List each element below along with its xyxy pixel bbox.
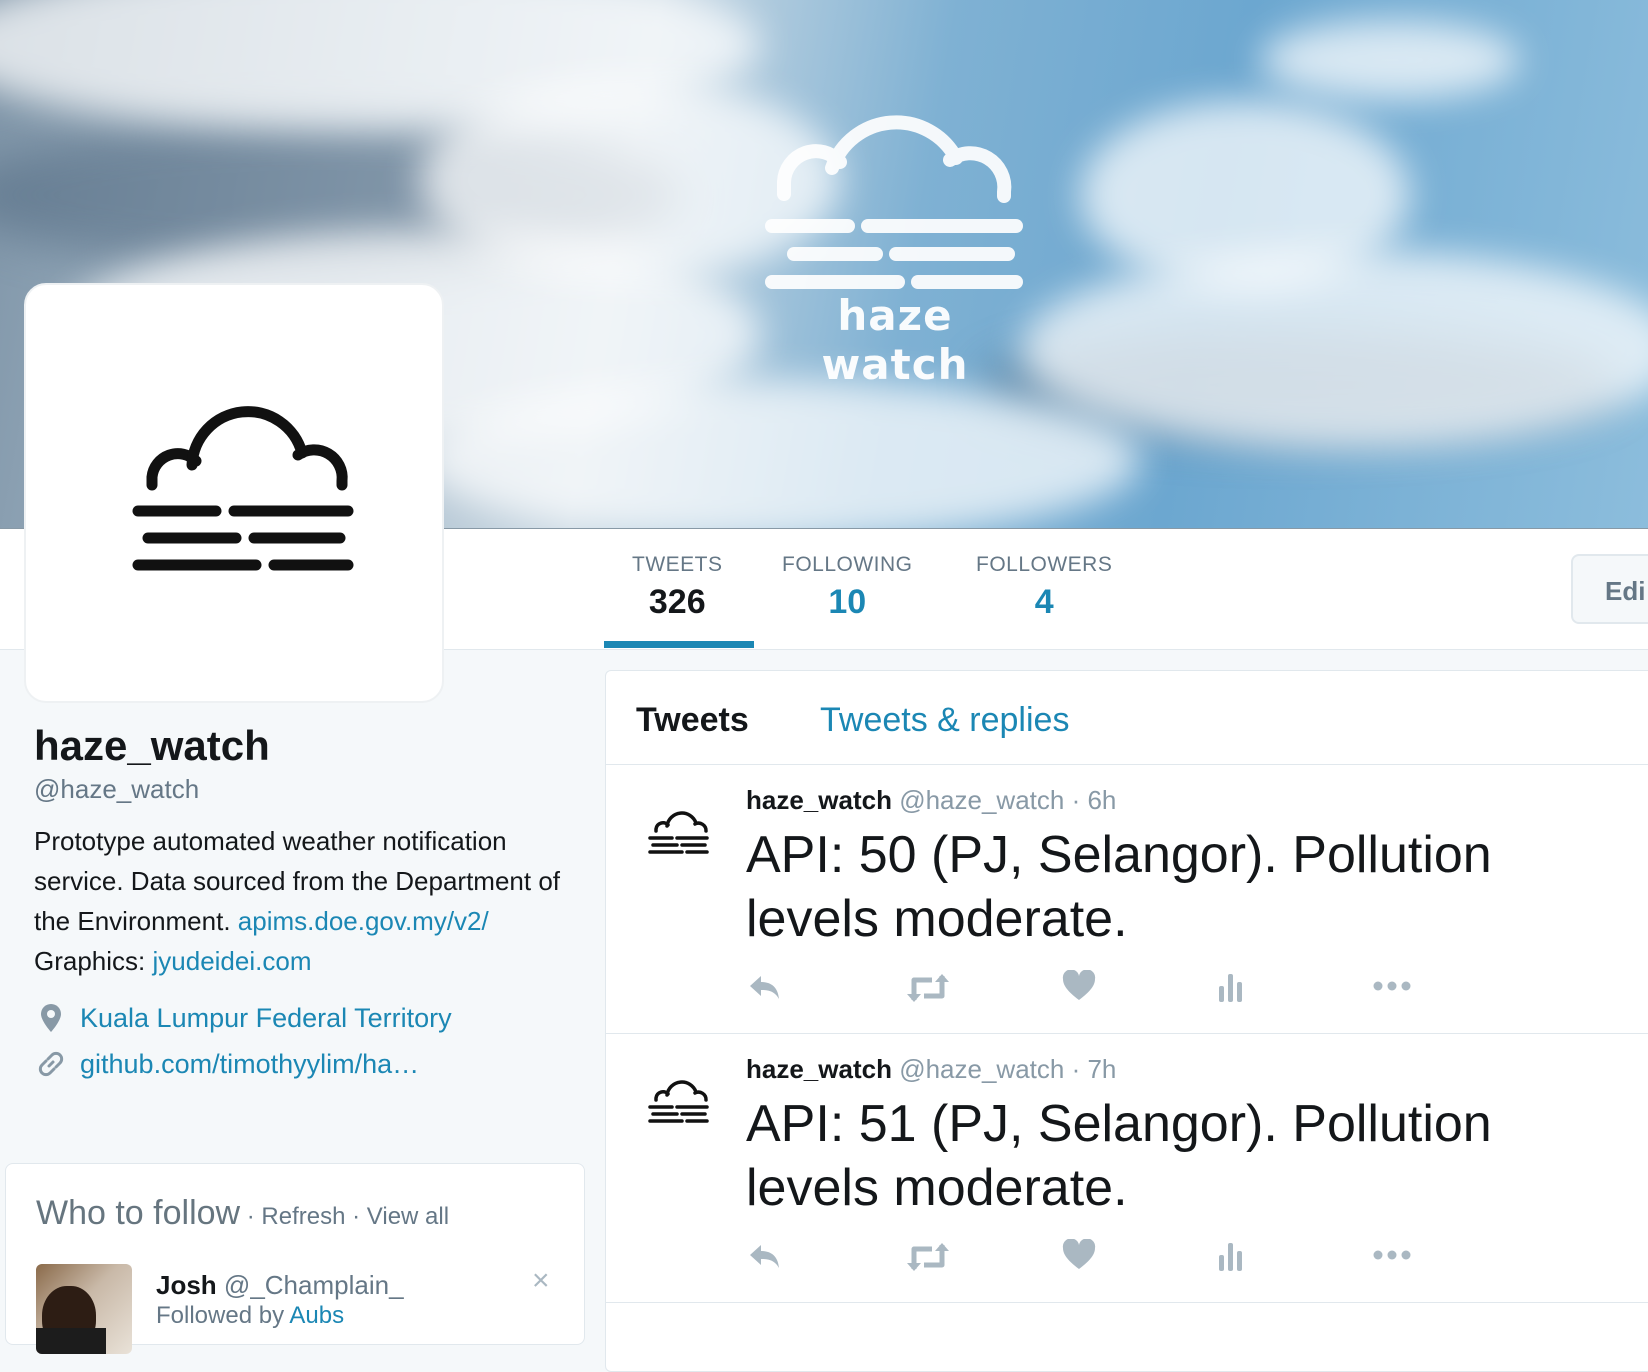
like-icon[interactable] — [1062, 1238, 1096, 1275]
followed-by-prefix: Followed by — [156, 1302, 290, 1329]
tweet-text: API: 50 (PJ, Selangor). Pollution levels… — [746, 826, 1492, 948]
profile-bio: Prototype automated weather notification… — [34, 821, 574, 981]
profile-handle[interactable]: @haze_watch — [34, 774, 574, 805]
stat-following-value: 10 — [828, 583, 867, 621]
tweet[interactable]: haze_watch @haze_watch · 6h API: 50 (PJ,… — [606, 765, 1648, 1034]
followed-by-link[interactable]: Aubs — [289, 1302, 344, 1329]
haze-cloud-icon — [765, 115, 1023, 289]
profile-website: github.com/timothyylim/ha… — [34, 1041, 574, 1087]
tweet-timestamp[interactable]: · 7h — [1072, 1054, 1117, 1084]
reply-icon[interactable] — [746, 970, 782, 1006]
tweet-author-handle[interactable]: @haze_watch — [899, 785, 1064, 815]
avatar[interactable] — [36, 1264, 132, 1354]
tweet-text: API: 51 (PJ, Selangor). Pollution levels… — [746, 1095, 1492, 1217]
location-pin-icon — [34, 1003, 68, 1033]
more-icon[interactable] — [1372, 970, 1412, 1006]
tweet-timestamp[interactable]: · 6h — [1072, 785, 1117, 815]
separator: · — [240, 1203, 262, 1230]
who-to-follow-title: Who to follow — [36, 1194, 241, 1232]
analytics-icon[interactable] — [1218, 970, 1244, 1006]
haze-cloud-icon — [648, 1080, 709, 1123]
tweet-author-handle[interactable]: @haze_watch — [899, 1054, 1064, 1084]
haze-cloud-icon — [132, 406, 354, 571]
reply-icon[interactable] — [746, 1239, 782, 1275]
suggested-user[interactable]: Josh @_Champlain_ Followed by Aubs × — [36, 1264, 556, 1354]
tweet[interactable]: haze_watch @haze_watch · 7h API: 51 (PJ,… — [606, 1034, 1648, 1303]
retweet-icon[interactable] — [906, 970, 950, 1006]
suggested-user-handle: @_Champlain_ — [223, 1270, 404, 1300]
more-icon[interactable] — [1372, 1239, 1412, 1275]
banner-logo: haze watch — [760, 96, 1030, 389]
like-icon[interactable] — [1062, 969, 1096, 1006]
location-link[interactable]: Kuala Lumpur Federal Territory — [80, 1003, 452, 1034]
tweet-header: haze_watch @haze_watch · 7h — [746, 1054, 1116, 1085]
stat-followers-label: FOLLOWERS — [976, 553, 1113, 576]
tab-tweets-replies[interactable]: Tweets & replies — [820, 701, 1069, 740]
stat-tweets-label: TWEETS — [632, 553, 723, 576]
timeline: Tweets Tweets & replies haze_watch @haze… — [605, 670, 1648, 1372]
banner-logo-text: haze watch — [821, 291, 969, 389]
tweet-avatar[interactable] — [646, 1078, 710, 1131]
active-tab-indicator — [604, 641, 754, 648]
suggested-user-name[interactable]: Josh @_Champlain_ — [156, 1270, 404, 1301]
retweet-icon[interactable] — [906, 1239, 950, 1275]
analytics-icon[interactable] — [1218, 1239, 1244, 1275]
bio-link-apims[interactable]: apims.doe.gov.my/v2/ — [238, 906, 489, 936]
tweet-author-name[interactable]: haze_watch — [746, 785, 892, 815]
suggested-user-display-name: Josh — [156, 1270, 217, 1300]
stat-tweets[interactable]: TWEETS 326 — [632, 553, 723, 622]
haze-cloud-icon — [648, 811, 709, 854]
profile-card: haze_watch @haze_watch Prototype automat… — [34, 722, 574, 1087]
tab-tweets[interactable]: Tweets — [636, 701, 749, 740]
separator: · — [345, 1203, 367, 1230]
bio-text-graphics: Graphics: — [34, 946, 153, 976]
link-icon — [34, 1049, 68, 1079]
website-link[interactable]: github.com/timothyylim/ha… — [80, 1049, 419, 1080]
tweet-author-name[interactable]: haze_watch — [746, 1054, 892, 1084]
edit-profile-button[interactable]: Edi — [1571, 554, 1648, 624]
refresh-link[interactable]: Refresh — [261, 1203, 345, 1230]
timeline-tabs: Tweets Tweets & replies — [606, 671, 1648, 765]
bio-link-jyudeidei[interactable]: jyudeidei.com — [153, 946, 312, 976]
followed-by: Followed by Aubs — [156, 1302, 344, 1330]
tweet-header: haze_watch @haze_watch · 6h — [746, 785, 1116, 816]
tweet-avatar[interactable] — [646, 809, 710, 862]
dismiss-close-icon[interactable]: × — [532, 1264, 550, 1298]
profile-name[interactable]: haze_watch — [34, 722, 574, 770]
profile-location: Kuala Lumpur Federal Territory — [34, 995, 574, 1041]
who-to-follow-header: Who to follow · Refresh · View all — [36, 1194, 449, 1233]
view-all-link[interactable]: View all — [367, 1203, 449, 1230]
stat-followers-value: 4 — [1034, 583, 1054, 621]
stat-following[interactable]: FOLLOWING 10 — [782, 553, 913, 622]
who-to-follow-module: Who to follow · Refresh · View all Josh … — [5, 1163, 585, 1354]
stat-tweets-value: 326 — [648, 583, 706, 621]
stat-followers[interactable]: FOLLOWERS 4 — [976, 553, 1112, 622]
profile-avatar[interactable] — [24, 283, 444, 703]
stat-following-label: FOLLOWING — [782, 553, 913, 576]
